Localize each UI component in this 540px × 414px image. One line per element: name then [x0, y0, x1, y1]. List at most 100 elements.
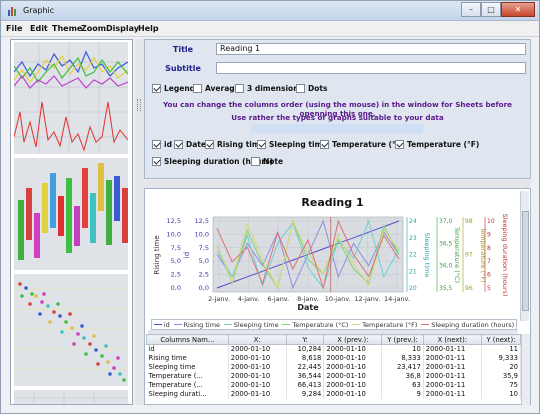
column-id-checkbox[interactable]: id [152, 140, 172, 149]
chart-scrollbar[interactable] [520, 191, 529, 321]
thumbnail-area-chart[interactable] [14, 390, 128, 405]
checkbox-label: 3 dimensions [247, 84, 304, 93]
menu-file[interactable]: File [6, 24, 22, 33]
table-cell[interactable]: 8,333 [381, 353, 424, 363]
table-cell[interactable]: 2000-01-11 [423, 362, 482, 372]
table-cell[interactable]: 22,445 [286, 362, 325, 372]
vertical-splitter[interactable] [135, 39, 144, 405]
table-cell[interactable]: Rising time [146, 353, 229, 363]
data-table: Columns Nam... X: Y: X (prev.): Y (prev.): X … [146, 334, 522, 399]
table-cell[interactable]: 2000-01-10 [228, 389, 287, 399]
table-cell[interactable]: 2000-01-11 [423, 353, 482, 363]
table-cell[interactable]: 75 [481, 380, 522, 390]
title-input[interactable]: Reading 1 [216, 43, 526, 55]
table-cell[interactable]: 11 [481, 344, 522, 354]
subtitle-input[interactable] [216, 62, 526, 74]
3d-checkbox[interactable]: 3 dimensions [235, 84, 303, 93]
table-cell[interactable]: 2000-01-10 [323, 353, 383, 363]
thumbnail-scatter-chart[interactable] [14, 274, 128, 386]
table-cell[interactable]: Temperature (... [146, 380, 229, 390]
table-row[interactable]: Sleeping time 2000-01-10 22,445 2000-01-10 2… [146, 362, 522, 372]
table-cell[interactable]: 20 [481, 362, 522, 372]
table-cell[interactable]: 9,284 [286, 389, 325, 399]
table-cell[interactable]: 2000-01-10 [228, 353, 287, 363]
table-scrollbar[interactable] [521, 334, 530, 405]
legend-label: Sleeping time [233, 320, 279, 329]
right-tick-label: 36,0 [439, 263, 453, 270]
legend-item: Temperature (°C) [282, 321, 348, 329]
chart-type-gallery[interactable] [10, 39, 133, 405]
column-header[interactable]: Y: [285, 334, 325, 345]
maximize-button[interactable]: □ [481, 2, 501, 17]
horizontal-splitter[interactable] [144, 180, 531, 188]
table-cell[interactable]: 10,284 [286, 344, 325, 354]
table-cell[interactable]: 2000-01-10 [323, 344, 383, 354]
table-row[interactable]: Temperature (... 2000-01-10 36,544 2000-01-… [146, 371, 522, 381]
legend-swatch [153, 324, 162, 325]
table-cell[interactable]: 2000-01-10 [323, 371, 383, 381]
table-cell[interactable]: 2000-01-10 [323, 389, 383, 399]
menu-edit[interactable]: Edit [30, 24, 48, 33]
menu-help[interactable]: Help [138, 24, 159, 33]
average-checkbox[interactable]: Average [193, 84, 240, 93]
table-cell[interactable]: 9 [381, 389, 424, 399]
table-cell[interactable]: Sleeping durati... [146, 389, 229, 399]
table-cell[interactable]: 2000-01-10 [323, 362, 383, 372]
table-cell[interactable]: 36,8 [381, 371, 424, 381]
table-row[interactable]: id 2000-01-10 10,284 2000-01-10 10 2000-01-11… [146, 344, 522, 354]
table-row[interactable]: Sleeping durati... 2000-01-10 9,284 2000-01… [146, 389, 522, 399]
column-header[interactable]: X (next): [422, 334, 482, 345]
legend-checkbox[interactable]: Legend [152, 84, 195, 93]
y-tick-label: 10,0 [167, 230, 181, 238]
legend-swatch [223, 324, 232, 325]
table-cell[interactable]: Sleeping time [146, 362, 229, 372]
title-bar: Graphic – □ ✕ [1, 1, 539, 21]
table-cell[interactable]: 63 [381, 380, 424, 390]
thumbnail-line-chart[interactable] [14, 42, 128, 154]
table-cell[interactable]: 2000-01-11 [423, 344, 482, 354]
table-cell[interactable]: 10 [481, 389, 522, 399]
table-cell[interactable]: 35,9 [481, 371, 522, 381]
menu-display[interactable]: Display [106, 24, 139, 33]
table-cell[interactable]: 66,413 [286, 380, 325, 390]
thumbnail-bar-chart[interactable] [14, 158, 128, 270]
close-button[interactable]: ✕ [501, 2, 535, 17]
table-cell[interactable]: 2000-01-10 [228, 344, 287, 354]
column-note-checkbox[interactable]: Note [251, 157, 283, 166]
scrollbar-thumb[interactable] [522, 211, 529, 311]
table-cell[interactable]: 36,544 [286, 371, 325, 381]
column-header[interactable]: Columns Nam... [146, 334, 229, 345]
column-header[interactable]: Y (next): [480, 334, 522, 345]
right-axis-label: Sleeping duration (hours) [501, 214, 509, 296]
column-rising-time-checkbox[interactable]: Rising time [205, 140, 265, 149]
column-header[interactable]: Y (prev.): [381, 334, 424, 345]
table-cell[interactable]: 2000-01-10 [323, 380, 383, 390]
legend-item: id [153, 321, 170, 329]
table-cell[interactable]: 23,417 [381, 362, 424, 372]
table-cell[interactable]: 2000-01-11 [423, 371, 482, 381]
column-date-checkbox[interactable]: Date [174, 140, 206, 149]
table-row[interactable]: Rising time 2000-01-10 8,618 2000-01-10 8,33… [146, 353, 522, 363]
table-cell[interactable]: 2000-01-11 [423, 380, 482, 390]
table-row[interactable]: Temperature (... 2000-01-10 66,413 2000-01-… [146, 380, 522, 390]
table-cell[interactable]: id [146, 344, 229, 354]
table-cell[interactable]: 2000-01-10 [228, 362, 287, 372]
menu-theme[interactable]: Theme [52, 24, 82, 33]
minimize-button[interactable]: – [461, 2, 481, 17]
table-cell[interactable]: Temperature (... [146, 371, 229, 381]
checkbox-label: Date [186, 140, 206, 149]
table-cell[interactable]: 10 [381, 344, 424, 354]
column-sleeping-time-checkbox[interactable]: Sleeping time [257, 140, 327, 149]
table-cell[interactable]: 9,333 [481, 353, 522, 363]
table-cell[interactable]: 2000-01-10 [228, 380, 287, 390]
column-header[interactable]: X: [227, 334, 287, 345]
column-temperature-f-checkbox[interactable]: Temperature (°F) [395, 140, 479, 149]
dots-checkbox[interactable]: Dots [296, 84, 327, 93]
table-cell[interactable]: 8,618 [286, 353, 325, 363]
column-temperature-c-checkbox[interactable]: Temperature (°C) [320, 140, 405, 149]
column-header[interactable]: X (prev.): [323, 334, 383, 345]
menu-zoom[interactable]: Zoom [81, 24, 106, 33]
table-cell[interactable]: 2000-01-11 [423, 389, 482, 399]
legend-item: Sleeping duration (hours) [421, 321, 514, 329]
table-cell[interactable]: 2000-01-10 [228, 371, 287, 381]
